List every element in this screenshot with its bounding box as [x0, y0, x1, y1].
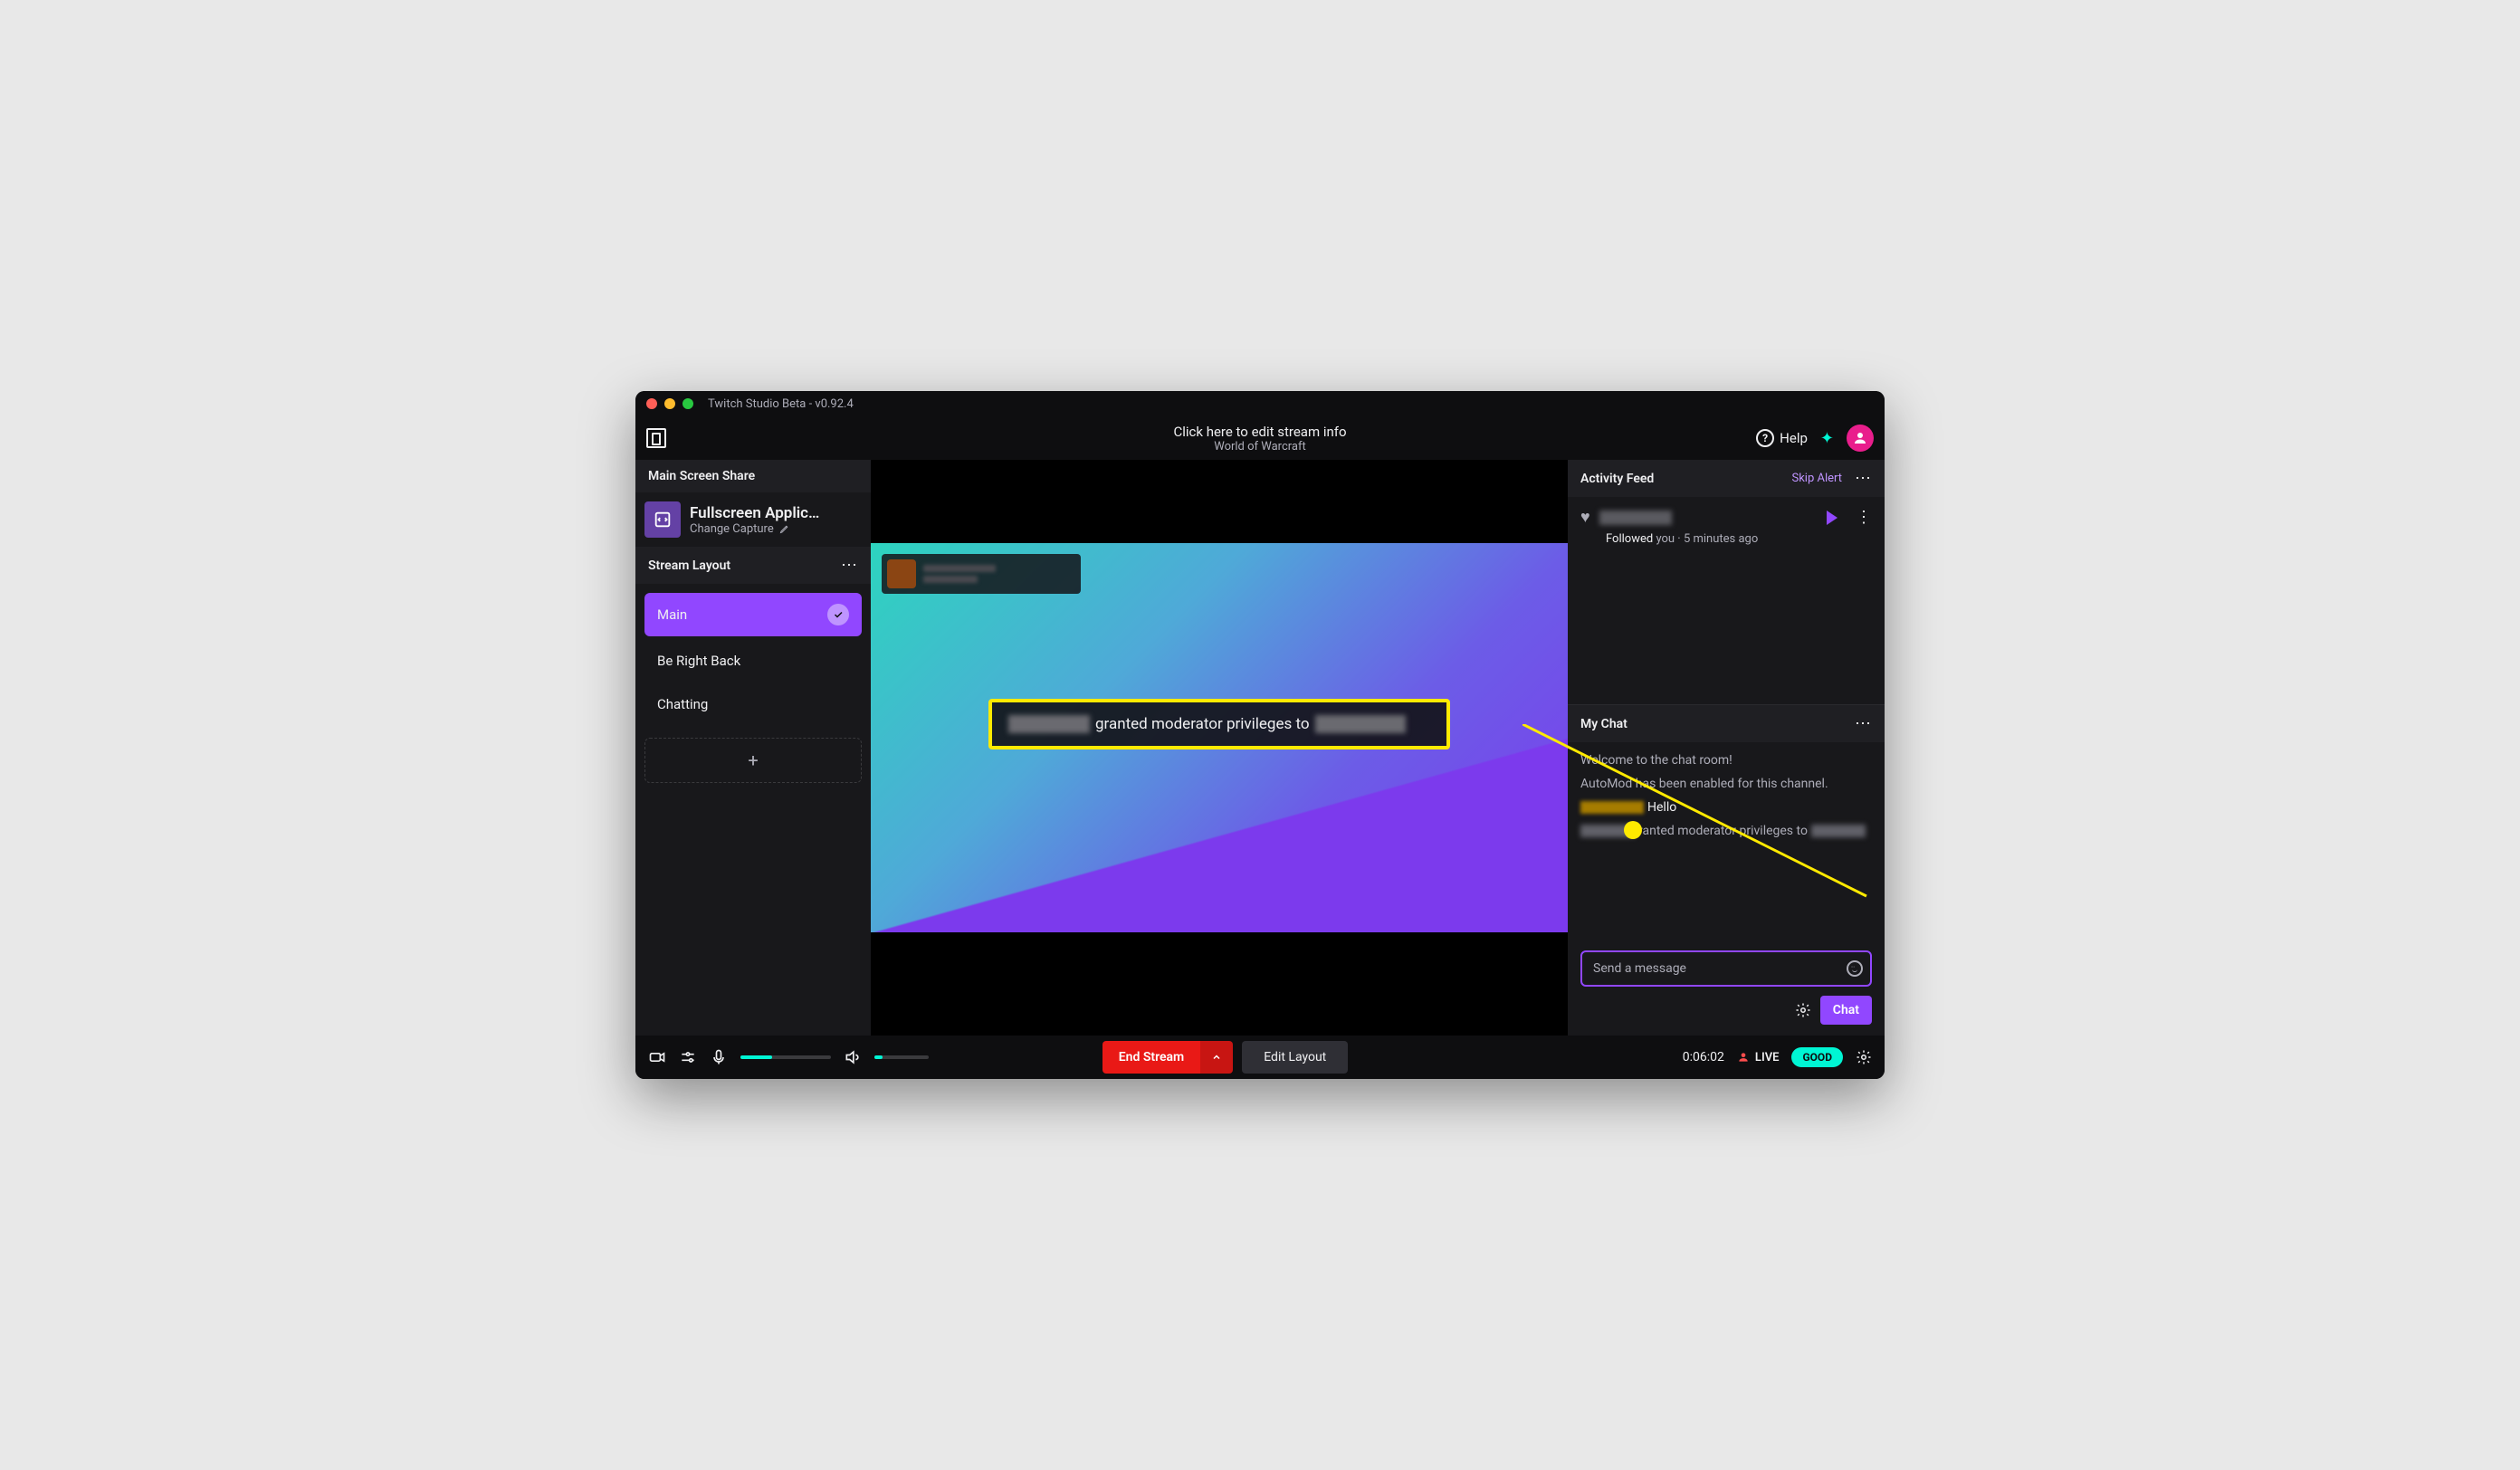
redacted-username: [1315, 715, 1406, 733]
live-indicator: LIVE: [1737, 1051, 1780, 1064]
activity-more-icon[interactable]: ⋯: [1855, 469, 1872, 488]
share-section-header: Main Screen Share: [635, 460, 871, 492]
add-scene-button[interactable]: +: [644, 738, 862, 783]
right-sidebar: Activity Feed Skip Alert ⋯ ♥ ⋮ Followed …: [1568, 460, 1885, 1036]
scene-label: Be Right Back: [657, 653, 740, 669]
preview-area: granted moderator privileges to: [871, 460, 1568, 1036]
viewer-icon: [1737, 1051, 1750, 1064]
camera-icon[interactable]: [648, 1048, 666, 1066]
speaker-volume-slider[interactable]: [874, 1055, 929, 1059]
chat-message: Hello: [1580, 800, 1872, 815]
speaker-icon[interactable]: [844, 1048, 862, 1066]
chat-more-icon[interactable]: ⋯: [1855, 714, 1872, 733]
scene-label: Chatting: [657, 696, 708, 712]
callout-text: granted moderator privileges to: [1095, 715, 1310, 733]
redacted-username: [1580, 825, 1635, 837]
scene-item-chatting[interactable]: Chatting: [644, 685, 862, 723]
scene-item-main[interactable]: Main: [644, 593, 862, 636]
chat-title: My Chat: [1580, 717, 1628, 731]
settings-icon[interactable]: [1856, 1049, 1872, 1065]
live-label: LIVE: [1755, 1051, 1780, 1064]
user-avatar[interactable]: [1847, 425, 1874, 452]
stream-quality-badge: GOOD: [1791, 1047, 1843, 1067]
layout-section-title: Stream Layout: [648, 558, 730, 573]
chat-mod-message: ranted moderator privileges to: [1580, 824, 1872, 838]
check-icon: [827, 604, 849, 625]
chat-input-area: [1568, 941, 1885, 996]
preview-overlay-badge: [882, 554, 1081, 594]
pencil-icon: [779, 523, 790, 534]
toggle-panel-icon[interactable]: [646, 428, 666, 448]
capture-source-title: Fullscreen Applic…: [690, 504, 862, 522]
help-label: Help: [1780, 430, 1808, 446]
window-title: Twitch Studio Beta - v0.92.4: [708, 397, 854, 411]
change-capture-label: Change Capture: [690, 522, 774, 536]
chat-settings-icon[interactable]: [1795, 1002, 1811, 1018]
change-capture-link[interactable]: Change Capture: [690, 522, 862, 536]
stream-info-button[interactable]: Click here to edit stream info World of …: [1173, 424, 1346, 453]
redacted-text: [923, 565, 996, 572]
capture-source-row[interactable]: Fullscreen Applic… Change Capture: [635, 492, 871, 547]
stream-info-subtitle: World of Warcraft: [1173, 440, 1346, 453]
help-icon: ?: [1756, 429, 1774, 447]
maximize-window-button[interactable]: [682, 398, 693, 409]
minimize-window-button[interactable]: [664, 398, 675, 409]
overlay-avatar: [887, 559, 916, 588]
redacted-username: [1811, 825, 1866, 837]
skip-alert-link[interactable]: Skip Alert: [1791, 472, 1842, 485]
mic-icon[interactable]: [710, 1048, 728, 1066]
play-alert-icon[interactable]: [1827, 511, 1838, 525]
scene-item-brb[interactable]: Be Right Back: [644, 642, 862, 680]
mixer-icon[interactable]: [679, 1048, 697, 1066]
chat-input[interactable]: [1580, 950, 1872, 987]
heart-icon: ♥: [1580, 508, 1590, 527]
left-sidebar: Main Screen Share Fullscreen Applic… Cha…: [635, 460, 871, 1036]
edit-layout-button[interactable]: Edit Layout: [1242, 1041, 1348, 1074]
chat-messages: Welcome to the chat room! AutoMod has be…: [1568, 742, 1885, 941]
redacted-username: [1599, 511, 1672, 525]
emoji-picker-icon[interactable]: [1847, 960, 1863, 977]
chat-message-text: ranted moderator privileges to: [1638, 824, 1808, 838]
activity-item: ♥ ⋮ Followed you · 5 minutes ago: [1568, 497, 1885, 705]
app-header: Click here to edit stream info World of …: [635, 416, 1885, 460]
activity-description: Followed you · 5 minutes ago: [1606, 532, 1872, 546]
activity-header: Activity Feed Skip Alert ⋯: [1568, 460, 1885, 497]
capture-source-icon: [644, 501, 681, 538]
redacted-text: [923, 576, 978, 583]
close-window-button[interactable]: [646, 398, 657, 409]
help-button[interactable]: ? Help: [1756, 429, 1808, 447]
stream-timer: 0:06:02: [1683, 1050, 1724, 1064]
chat-header: My Chat ⋯: [1568, 705, 1885, 742]
mic-volume-slider[interactable]: [740, 1055, 831, 1059]
redacted-username: [1008, 715, 1090, 733]
activity-title: Activity Feed: [1580, 472, 1654, 486]
share-section-title: Main Screen Share: [648, 469, 755, 483]
chat-system-message: Welcome to the chat room!: [1580, 753, 1872, 768]
chat-send-button[interactable]: Chat: [1820, 996, 1872, 1025]
sparkle-icon[interactable]: ✦: [1820, 429, 1834, 448]
end-stream-dropdown[interactable]: [1200, 1041, 1233, 1074]
scene-label: Main: [657, 606, 687, 623]
chat-system-message: AutoMod has been enabled for this channe…: [1580, 777, 1872, 791]
titlebar: Twitch Studio Beta - v0.92.4: [635, 391, 1885, 416]
redacted-username: [1580, 801, 1644, 814]
layout-section-header: Stream Layout ⋯: [635, 547, 871, 584]
scene-list: Main Be Right Back Chatting: [635, 584, 871, 732]
end-stream-button[interactable]: End Stream: [1102, 1041, 1200, 1074]
activity-item-more-icon[interactable]: ⋮: [1856, 508, 1872, 527]
bottom-bar: End Stream Edit Layout 0:06:02 LIVE GOOD: [635, 1036, 1885, 1079]
stream-info-title: Click here to edit stream info: [1173, 424, 1346, 440]
annotation-callout: granted moderator privileges to: [988, 699, 1450, 749]
layout-more-icon[interactable]: ⋯: [841, 556, 858, 575]
chat-message-text: Hello: [1647, 800, 1676, 815]
